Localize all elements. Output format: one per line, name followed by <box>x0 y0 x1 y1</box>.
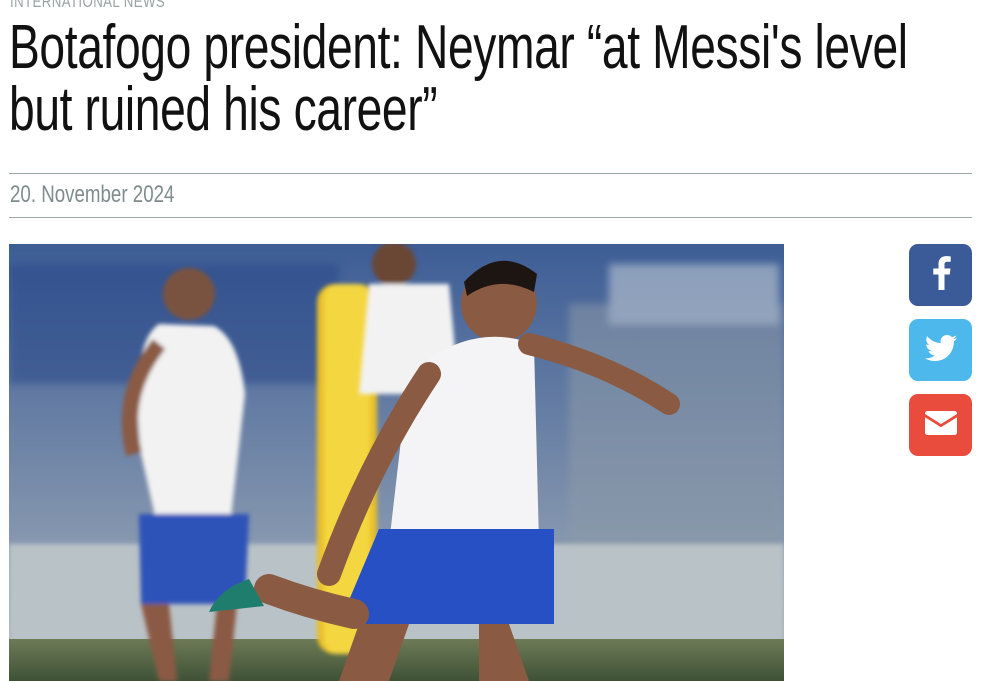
article-date: 20. November 2024 <box>10 181 175 208</box>
divider-top <box>9 173 972 174</box>
share-twitter-button[interactable] <box>909 319 972 381</box>
share-facebook-button[interactable] <box>909 244 972 306</box>
envelope-icon <box>924 410 957 440</box>
article-hero-image <box>9 244 784 681</box>
article-headline: Botafogo president: Neymar “at Messi's l… <box>9 13 908 144</box>
article-category[interactable]: International News <box>10 0 165 12</box>
divider-bottom <box>9 217 972 218</box>
twitter-icon <box>924 334 957 366</box>
facebook-icon <box>930 255 952 295</box>
share-email-button[interactable] <box>909 394 972 456</box>
